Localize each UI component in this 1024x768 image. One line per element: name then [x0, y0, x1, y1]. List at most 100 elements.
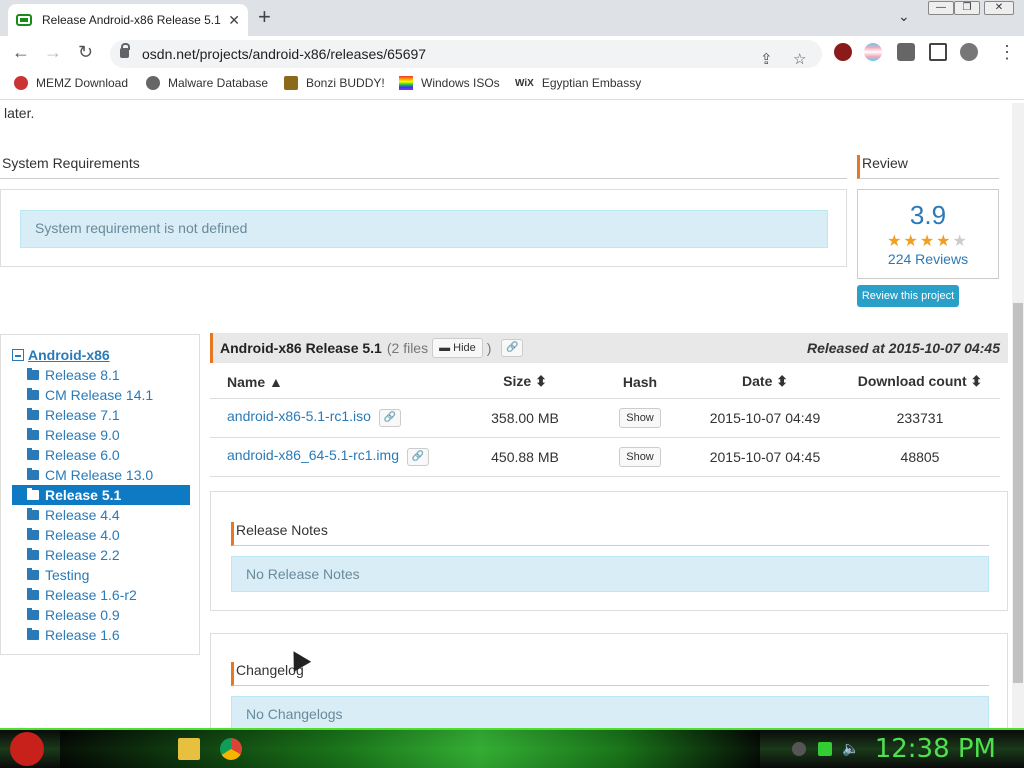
- page-scrollbar[interactable]: [1012, 103, 1024, 728]
- url-text: osdn.net/projects/android-x86/releases/6…: [142, 46, 427, 62]
- table-row: android-x86_64-5.1-rc1.img 🔗 450.88 MB Sh…: [210, 437, 1000, 477]
- folder-icon: [27, 588, 39, 600]
- back-icon[interactable]: ←: [12, 42, 30, 62]
- active-tab[interactable]: Release Android-x86 Release 5.1 ✕: [8, 4, 248, 36]
- extension-icon[interactable]: [834, 43, 852, 61]
- tree-item-release-5-1[interactable]: Release 5.1: [12, 485, 190, 505]
- tree-item-release-0-9[interactable]: Release 0.9: [12, 605, 190, 625]
- tree-item-release-2-2[interactable]: Release 2.2: [12, 545, 190, 565]
- bookmark-memz[interactable]: MEMZ Download: [14, 76, 128, 90]
- start-angry-bird-icon[interactable]: [10, 732, 44, 766]
- bookmark-egyptian-embassy[interactable]: WiX Egyptian Embassy: [515, 76, 641, 90]
- file-count: (2 files: [386, 340, 429, 356]
- folder-icon: [27, 468, 39, 480]
- file-count-close: ): [486, 340, 492, 356]
- col-size[interactable]: Size ⬍: [460, 366, 590, 399]
- system-requirements-box: System requirement is not defined: [0, 189, 847, 267]
- review-project-button[interactable]: Review this project: [857, 285, 959, 307]
- star-empty-icon: ★: [952, 233, 969, 250]
- release-title: Android-x86 Release 5.1: [220, 340, 382, 356]
- bookmark-malware-db[interactable]: Malware Database: [146, 76, 268, 90]
- bookmark-windows-isos[interactable]: Windows ISOs: [399, 76, 500, 90]
- file-size: 450.88 MB: [460, 437, 590, 477]
- col-date[interactable]: Date ⬍: [690, 366, 840, 399]
- wix-icon: WiX: [515, 77, 534, 89]
- rainbow-flag-icon: [399, 76, 413, 90]
- folder-icon: [27, 568, 39, 580]
- download-count: 233731: [840, 398, 1000, 438]
- folder-icon: [27, 428, 39, 440]
- extension-flag-icon[interactable]: [864, 43, 882, 61]
- chrome-taskbar-icon[interactable]: [220, 738, 242, 760]
- rating-stars: ★★★★★: [858, 231, 998, 251]
- taskbar-clock[interactable]: 12:38 PM: [875, 734, 996, 764]
- globe-icon: [146, 76, 160, 90]
- profile-icon[interactable]: [960, 43, 978, 61]
- file-explorer-icon[interactable]: [178, 738, 200, 760]
- tray-arrow-icon[interactable]: [792, 742, 806, 756]
- lock-icon: [120, 43, 130, 58]
- tab-search-icon[interactable]: ⌄: [898, 8, 910, 25]
- reviews-link[interactable]: 224 Reviews: [858, 251, 998, 267]
- changelog-box: Changelog No Changelogs: [210, 633, 1008, 728]
- folder-icon: [27, 608, 39, 620]
- col-downloads[interactable]: Download count ⬍: [840, 366, 1000, 399]
- address-bar[interactable]: osdn.net/projects/android-x86/releases/6…: [110, 40, 822, 68]
- minimize-button[interactable]: —: [928, 1, 954, 15]
- taskbar-glow: [60, 730, 760, 768]
- scrollbar-thumb[interactable]: [1013, 303, 1023, 683]
- tree-item-release-7-1[interactable]: Release 7.1: [12, 405, 190, 425]
- folder-icon: [27, 528, 39, 540]
- tree-item-cm-release-14-1[interactable]: CM Release 14.1: [12, 385, 190, 405]
- col-hash: Hash: [590, 366, 690, 399]
- close-tab-icon[interactable]: ✕: [228, 12, 240, 29]
- bookmarks-bar: MEMZ Download Malware Database Bonzi BUD…: [0, 70, 1024, 100]
- show-hash-button[interactable]: Show: [619, 407, 661, 428]
- file-link-icon[interactable]: 🔗: [406, 447, 429, 466]
- tree-root-android-x86[interactable]: Android-x86: [12, 345, 199, 365]
- taskbar: 🔈 12:38 PM: [0, 728, 1024, 768]
- extensions-puzzle-icon[interactable]: [897, 43, 915, 61]
- collapse-icon[interactable]: [12, 349, 24, 361]
- release-link-icon[interactable]: 🔗: [501, 339, 524, 357]
- menu-icon[interactable]: ⋮: [998, 42, 1016, 62]
- browser-chrome: Release Android-x86 Release 5.1 ✕ + ⌄ — …: [0, 0, 1024, 103]
- tree-item-release-1-6[interactable]: Release 1.6: [12, 625, 190, 645]
- tree-item-release-1-6-r2[interactable]: Release 1.6-r2: [12, 585, 190, 605]
- folder-icon: [27, 488, 39, 500]
- folder-icon: [27, 508, 39, 520]
- show-hash-button[interactable]: Show: [619, 446, 661, 467]
- col-name[interactable]: Name ▲: [210, 366, 460, 399]
- restore-button[interactable]: ❐: [954, 1, 980, 15]
- file-link[interactable]: android-x86_64-5.1-rc1.img: [227, 447, 399, 463]
- tree-item-release-8-1[interactable]: Release 8.1: [12, 365, 190, 385]
- folder-icon: [27, 628, 39, 640]
- network-icon[interactable]: [818, 742, 832, 756]
- file-date: 2015-10-07 04:49: [690, 398, 840, 438]
- tree-item-cm-release-13-0[interactable]: CM Release 13.0: [12, 465, 190, 485]
- side-panel-icon[interactable]: [929, 43, 947, 61]
- forward-icon[interactable]: →: [44, 42, 62, 62]
- review-heading: Review: [857, 155, 999, 179]
- release-header: Android-x86 Release 5.1 (2 files ▬ Hide …: [210, 333, 1008, 363]
- tab-strip: Release Android-x86 Release 5.1 ✕ + ⌄ — …: [0, 0, 1024, 36]
- reload-icon[interactable]: ↻: [78, 42, 93, 62]
- volume-icon[interactable]: 🔈: [842, 740, 859, 756]
- file-link-icon[interactable]: 🔗: [378, 408, 401, 427]
- released-at: Released at 2015-10-07 04:45: [806, 340, 1000, 356]
- hide-files-button[interactable]: ▬ Hide: [432, 338, 483, 358]
- new-tab-button[interactable]: +: [258, 6, 271, 28]
- tree-item-release-6-0[interactable]: Release 6.0: [12, 445, 190, 465]
- folder-icon: [27, 448, 39, 460]
- tree-item-release-9-0[interactable]: Release 9.0: [12, 425, 190, 445]
- file-link[interactable]: android-x86-5.1-rc1.iso: [227, 408, 371, 424]
- star-icon: ★: [903, 233, 920, 250]
- close-window-button[interactable]: ✕: [984, 1, 1014, 15]
- bookmark-bonzi[interactable]: Bonzi BUDDY!: [284, 76, 385, 90]
- tab-title: Release Android-x86 Release 5.1: [42, 13, 221, 27]
- tree-item-testing[interactable]: Testing: [12, 565, 190, 585]
- top-text: later.: [4, 105, 35, 121]
- tree-item-release-4-4[interactable]: Release 4.4: [12, 505, 190, 525]
- tree-item-release-4-0[interactable]: Release 4.0: [12, 525, 190, 545]
- files-table: Name ▲ Size ⬍ Hash Date ⬍ Download count…: [210, 366, 1000, 477]
